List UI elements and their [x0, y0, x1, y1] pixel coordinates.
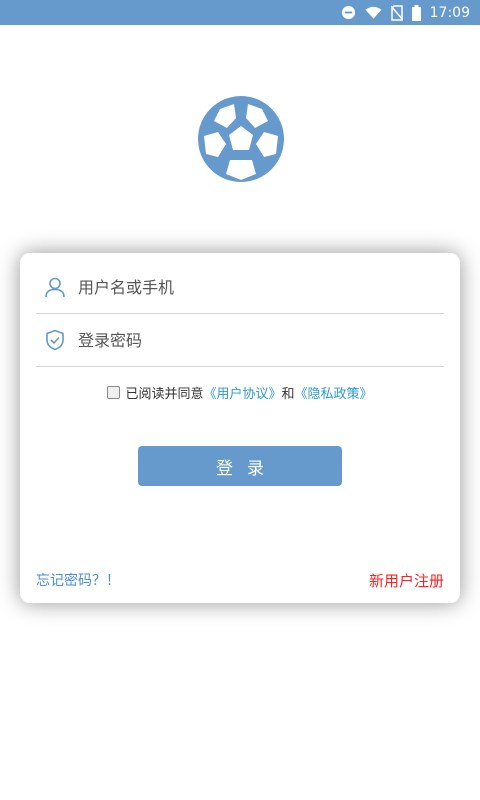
do-not-disturb-icon	[341, 5, 356, 20]
status-time: 17:09	[429, 4, 470, 21]
username-field	[36, 261, 444, 314]
password-input[interactable]	[78, 330, 418, 350]
agreement-checkbox[interactable]	[107, 386, 121, 399]
agreement-row: 已阅读并同意 《用户协议》 和 《隐私政策》	[20, 383, 460, 402]
agreement-text: 已阅读并同意	[125, 387, 204, 402]
password-field	[36, 314, 444, 367]
shield-check-icon	[44, 329, 66, 351]
login-button[interactable]: 登录	[138, 446, 342, 486]
soccer-ball-icon	[196, 94, 286, 184]
user-agreement-link[interactable]: 《用户协议》	[203, 383, 281, 402]
forgot-password-link[interactable]: 忘记密码？！	[36, 570, 120, 590]
register-link[interactable]: 新用户注册	[369, 570, 444, 591]
status-bar: 17:09	[0, 0, 480, 25]
login-card: 已阅读并同意 《用户协议》 和 《隐私政策》 登录 忘记密码？！ 新用户注册	[20, 253, 460, 603]
privacy-policy-link[interactable]: 《隐私政策》	[295, 383, 373, 402]
agreement-conjunction: 和	[281, 387, 295, 402]
username-input[interactable]	[78, 277, 418, 297]
user-icon	[44, 276, 66, 298]
wifi-icon	[365, 6, 382, 20]
no-sim-icon	[390, 4, 403, 21]
battery-icon	[411, 4, 421, 21]
